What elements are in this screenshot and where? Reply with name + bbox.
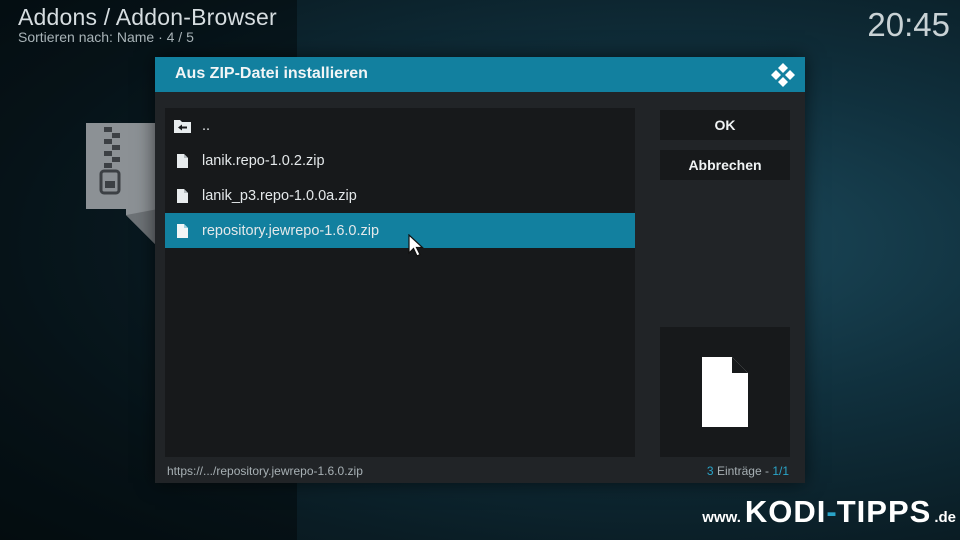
zip-file-icon bbox=[86, 123, 158, 247]
clock: 20:45 bbox=[867, 6, 950, 43]
list-item-label: .. bbox=[202, 117, 211, 134]
list-item-file-selected[interactable]: repository.jewrepo-1.6.0.zip bbox=[165, 213, 635, 248]
large-file-icon bbox=[702, 357, 748, 427]
watermark-tipps: TIPPS bbox=[836, 494, 932, 529]
list-item-label: repository.jewrepo-1.6.0.zip bbox=[202, 222, 380, 239]
list-item-file[interactable]: lanik_p3.repo-1.0.0a.zip bbox=[165, 178, 635, 213]
mouse-cursor-icon bbox=[408, 234, 424, 257]
file-icon bbox=[174, 187, 191, 204]
install-from-zip-dialog: Aus ZIP-Datei installieren .. lanik.repo… bbox=[155, 57, 805, 483]
item-count-label: Einträge - bbox=[713, 464, 773, 478]
list-item-label: lanik.repo-1.0.2.zip bbox=[202, 152, 325, 169]
kodi-logo-icon bbox=[771, 63, 795, 87]
file-preview bbox=[660, 327, 790, 457]
selected-file-path: https://.../repository.jewrepo-1.6.0.zip bbox=[167, 464, 363, 478]
list-item-file[interactable]: lanik.repo-1.0.2.zip bbox=[165, 143, 635, 178]
page-title: Addons / Addon-Browser bbox=[18, 4, 277, 30]
ok-button[interactable]: OK bbox=[660, 110, 790, 140]
dialog-header: Aus ZIP-Datei installieren bbox=[155, 57, 805, 92]
dialog-title: Aus ZIP-Datei installieren bbox=[175, 65, 368, 82]
cancel-button[interactable]: Abbrechen bbox=[660, 150, 790, 180]
sort-info: Sortieren nach: Name · 4 / 5 bbox=[18, 29, 194, 45]
kodi-tipps-watermark: www. KODI - TIPPS .de bbox=[702, 494, 956, 530]
watermark-tld: .de bbox=[934, 509, 956, 526]
watermark-dash: - bbox=[826, 494, 837, 529]
watermark-www: www. bbox=[702, 509, 741, 526]
item-count-number: 3 bbox=[706, 464, 714, 478]
list-item-label: lanik_p3.repo-1.0.0a.zip bbox=[202, 187, 357, 204]
item-count: 3 Einträge - 1/1 bbox=[707, 464, 789, 478]
folder-back-icon bbox=[174, 117, 191, 134]
file-icon bbox=[174, 222, 191, 239]
list-item-parent-folder[interactable]: .. bbox=[165, 108, 635, 143]
item-count-page: 1/1 bbox=[772, 464, 789, 478]
file-list[interactable]: .. lanik.repo-1.0.2.zip lanik_p3.repo-1.… bbox=[165, 108, 635, 457]
watermark-kodi: KODI bbox=[744, 494, 827, 529]
file-icon bbox=[174, 152, 191, 169]
